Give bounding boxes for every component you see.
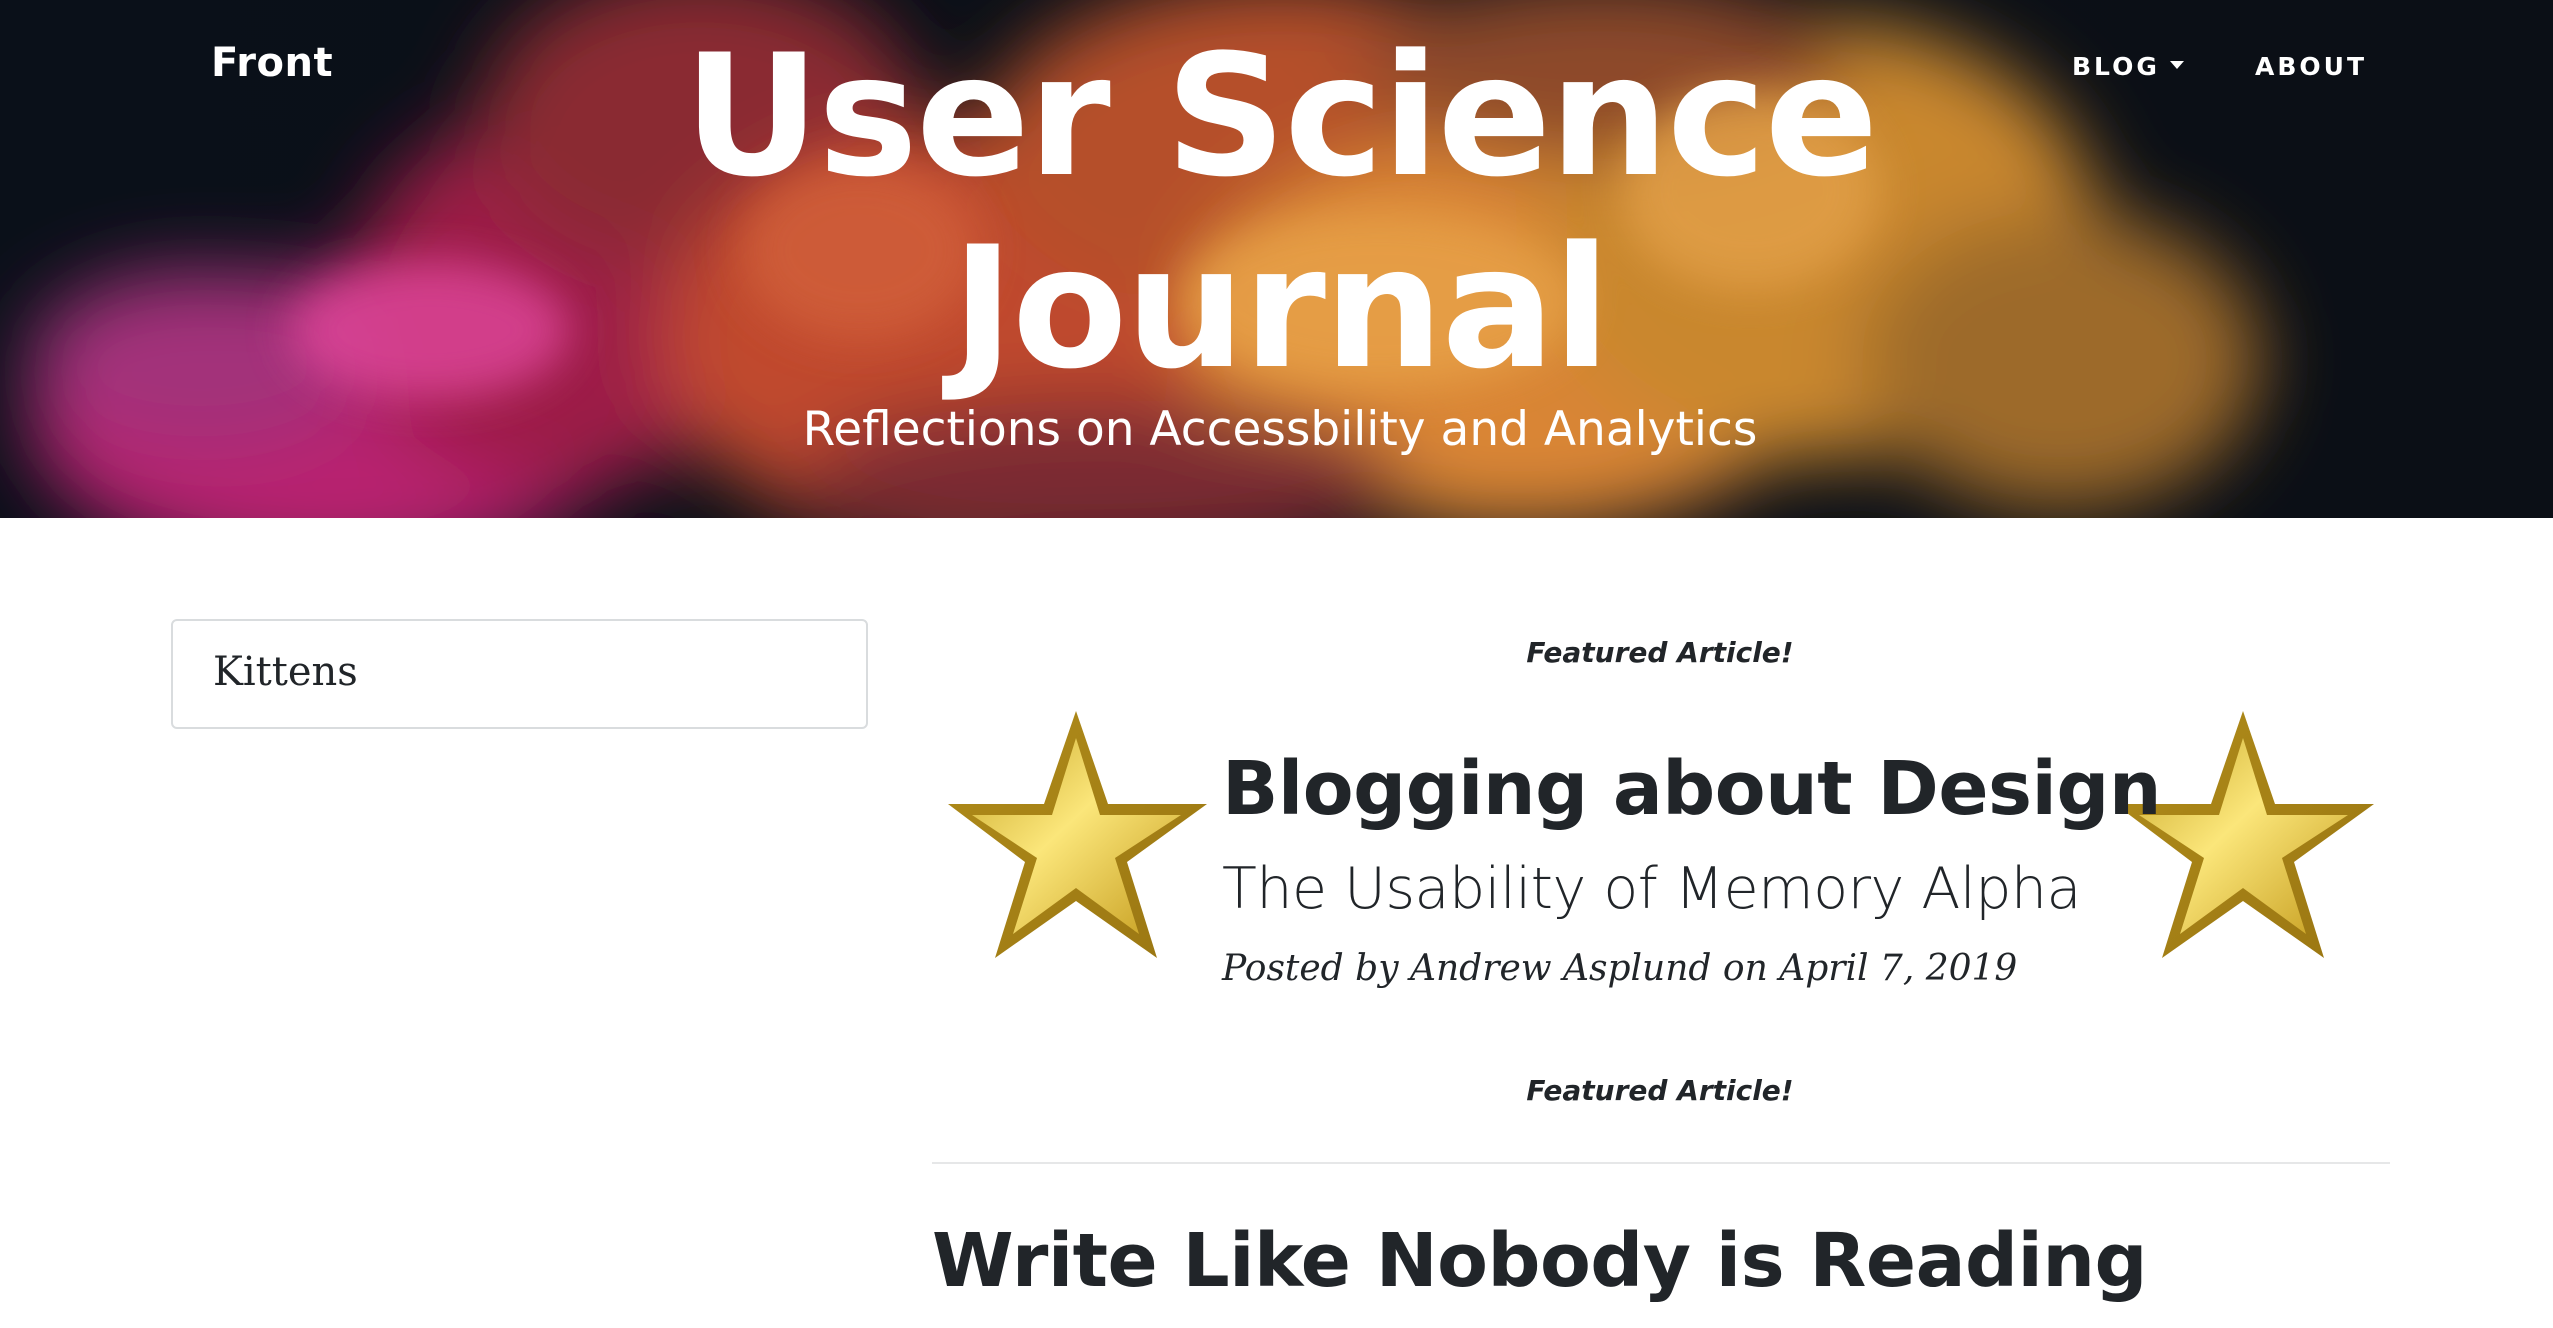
featured-article-label: Featured Article! bbox=[1526, 636, 1794, 669]
featured-post-meta: Posted by Andrew Asplund on April 7, 201… bbox=[1222, 948, 2017, 989]
featured-post-subtitle: The Usability of Memory Alpha bbox=[1222, 856, 2081, 922]
post-divider bbox=[932, 1162, 2390, 1164]
meta-prefix: Posted by bbox=[1222, 948, 1410, 989]
site-title: User Science Journal bbox=[0, 20, 2553, 404]
site-title-line-1: User Science bbox=[683, 18, 1879, 214]
post-date: April 7, 2019 bbox=[1779, 948, 2018, 989]
site-title-line-2: Journal bbox=[951, 210, 1611, 406]
author-link[interactable]: Andrew Asplund bbox=[1410, 948, 1711, 989]
featured-article-label-bottom: Featured Article! bbox=[1526, 1074, 1794, 1107]
post-title-link[interactable]: Write Like Nobody is Reading bbox=[932, 1218, 2148, 1304]
sidebar-item-kittens[interactable]: Kittens bbox=[213, 649, 358, 695]
sidebar-list: Kittens bbox=[171, 619, 868, 729]
masthead-header: Front BLOG ABOUT User Science Journal Re… bbox=[0, 0, 2553, 518]
site-subtitle: Reflections on Accessbility and Analytic… bbox=[802, 402, 1758, 457]
gold-star-icon bbox=[948, 711, 1207, 958]
meta-on: on bbox=[1711, 948, 1780, 989]
featured-post-title-link[interactable]: Blogging about Design bbox=[1222, 746, 2162, 832]
